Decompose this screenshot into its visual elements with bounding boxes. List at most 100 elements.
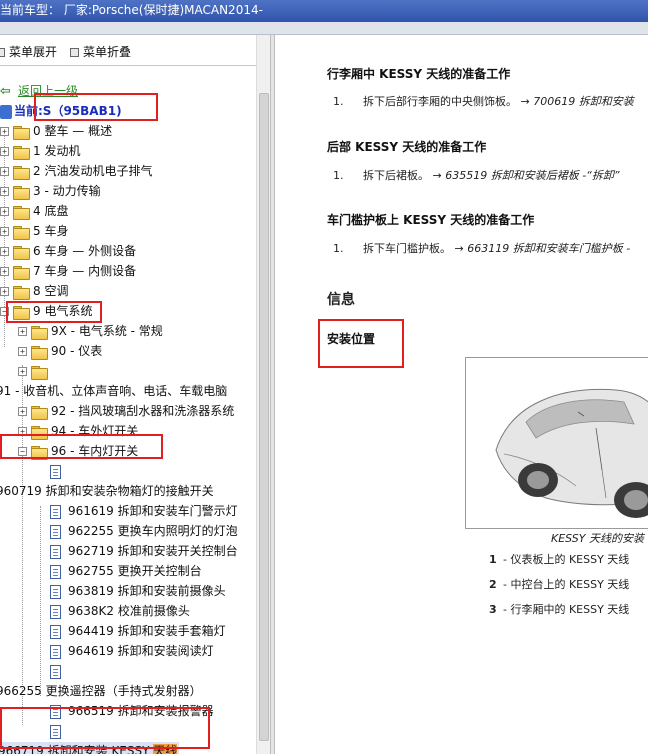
document-icon	[50, 505, 61, 519]
tree-connector	[22, 365, 23, 725]
collapse-toggle-icon[interactable]: −	[0, 307, 9, 316]
tree-item-label: 5 车身	[33, 224, 69, 238]
expand-menu-label: 菜单展开	[9, 45, 58, 59]
tree-item-label: 2 汽油发动机电子排气	[33, 164, 153, 178]
step-reference-link[interactable]: 663119 拆卸和安装车门槛护板 -	[467, 242, 630, 255]
open-folder-icon	[31, 446, 48, 460]
document-icon	[50, 645, 61, 659]
expand-toggle-icon[interactable]: +	[0, 187, 9, 196]
collapse-menu-label: 菜单折叠	[83, 45, 132, 59]
folder-icon	[31, 426, 48, 440]
back-label: 返回上一级	[18, 84, 79, 98]
folder-icon	[13, 246, 30, 260]
expand-toggle-icon[interactable]: +	[0, 207, 9, 216]
tree-item-label: 3 - 动力传输	[33, 184, 101, 198]
expand-toggle-icon[interactable]: +	[0, 127, 9, 136]
step-reference-link[interactable]: 700619 拆卸和安装	[533, 95, 634, 108]
legend-item: 1 - 仪表板上的 KESSY 天线	[489, 551, 629, 567]
expand-toggle-icon[interactable]: +	[0, 247, 9, 256]
tree-item-label: 963819 拆卸和安装前摄像头	[68, 584, 226, 598]
app-window: 当前车型： 厂家:Porsche(保时捷)MACAN2014- 菜单展开 菜单折…	[0, 0, 648, 754]
folder-icon	[13, 206, 30, 220]
step-number: 1.	[333, 242, 344, 255]
back-arrow-icon: ⇦	[0, 84, 11, 99]
legend-text: - 行李厢中的 KESSY 天线	[503, 603, 630, 616]
toolbar-strip	[0, 22, 648, 35]
folder-icon	[13, 186, 30, 200]
section-heading: 后部 KESSY 天线的准备工作	[327, 140, 487, 154]
collapse-icon	[70, 48, 79, 57]
expand-toggle-icon[interactable]: +	[0, 147, 9, 156]
tree-scrollbar[interactable]	[256, 35, 270, 754]
step-number: 1.	[333, 169, 344, 182]
procedure-step: 1. 拆下后部行李厢的中央侧饰板。 → 700619 拆卸和安装	[333, 93, 634, 109]
tree-item-label-prefix: 966719 拆卸和安装 KESSY	[0, 744, 154, 754]
step-reference-link[interactable]: 635519 拆卸和安装后裙板 -“拆卸”	[445, 169, 619, 182]
folder-icon	[13, 126, 30, 140]
expand-toggle-icon[interactable]: +	[18, 407, 27, 416]
tree-item-label: 9X - 电气系统 - 常规	[51, 324, 163, 338]
tree-item-label: 0 整车 — 概述	[33, 124, 113, 138]
expand-icon	[0, 48, 5, 57]
step-number: 1.	[333, 95, 344, 108]
document-icon	[50, 625, 61, 639]
procedure-step: 1. 拆下车门槛护板。 → 663119 拆卸和安装车门槛护板 -	[333, 240, 630, 256]
folder-icon	[13, 226, 30, 240]
legend-number: 3	[489, 603, 497, 616]
car-illustration	[495, 388, 648, 518]
tree-item-label: 966719 拆卸和安装 KESSY 天线	[0, 742, 180, 754]
tree-item-label: 6 车身 — 外侧设备	[33, 244, 137, 258]
document-icon	[50, 665, 61, 679]
back-link[interactable]: ⇦ 返回上一级	[0, 82, 256, 102]
expand-toggle-icon[interactable]: +	[0, 167, 9, 176]
tree-item-label: 964419 拆卸和安装手套箱灯	[68, 624, 226, 638]
document-icon	[50, 605, 61, 619]
tree-item-label: 9638K2 校准前摄像头	[68, 604, 190, 618]
tree-item-label: 966519 拆卸和安装报警器	[68, 704, 214, 718]
document-icon	[50, 545, 61, 559]
step-text: 拆下后部行李厢的中央侧饰板。 →	[363, 95, 534, 108]
tree-item-label: 961619 拆卸和安装车门警示灯	[68, 504, 238, 518]
tree-item-label: 962719 拆卸和安装开关控制台	[68, 544, 238, 558]
document-icon	[50, 705, 61, 719]
folder-icon	[13, 146, 30, 160]
tree-item-label: 9 电气系统	[33, 304, 93, 318]
folder-icon	[31, 346, 48, 360]
tree-item-label: 966255 更换遥控器（手持式发射器）	[0, 684, 202, 698]
tree-item-label: 90 - 仪表	[51, 344, 103, 358]
tree-item-label: 960719 拆卸和安装杂物箱灯的接触开关	[0, 484, 214, 498]
legend-item: 2 - 中控台上的 KESSY 天线	[489, 576, 629, 592]
folder-icon	[13, 266, 30, 280]
content-panel: 行李厢中 KESSY 天线的准备工作 1. 拆下后部行李厢的中央侧饰板。 → 70…	[275, 35, 648, 754]
collapse-toggle-icon[interactable]: −	[18, 447, 27, 456]
expand-toggle-icon[interactable]: +	[0, 287, 9, 296]
legend-number: 2	[489, 578, 497, 591]
expand-toggle-icon[interactable]: +	[18, 327, 27, 336]
car-installation-figure	[465, 357, 648, 529]
section-heading: 行李厢中 KESSY 天线的准备工作	[327, 67, 511, 81]
current-node[interactable]: 当前:S（95BAB1)	[0, 102, 256, 122]
current-label: 当前:S（95BAB1)	[14, 104, 122, 118]
tree-item-label: 92 - 挡风玻璃刮水器和洗涤器系统	[51, 404, 235, 418]
window-title-bar: 当前车型： 厂家:Porsche(保时捷)MACAN2014-	[0, 0, 648, 22]
folder-icon	[31, 366, 48, 380]
legend-text: - 仪表板上的 KESSY 天线	[503, 553, 630, 566]
toolbar-divider	[0, 65, 270, 66]
tree-item-label: 962255 更换车内照明灯的灯泡	[68, 524, 238, 538]
document-icon	[50, 525, 61, 539]
expand-toggle-icon[interactable]: +	[18, 347, 27, 356]
expand-menu-button[interactable]: 菜单展开	[0, 43, 57, 59]
collapse-menu-button[interactable]: 菜单折叠	[70, 43, 131, 59]
scrollbar-thumb[interactable]	[259, 93, 269, 741]
figure-caption: KESSY 天线的安装	[551, 532, 644, 545]
expand-toggle-icon[interactable]: +	[18, 427, 27, 436]
expand-toggle-icon[interactable]: +	[0, 267, 9, 276]
tree-item-label: 7 车身 — 内侧设备	[33, 264, 137, 278]
folder-icon	[13, 166, 30, 180]
expand-toggle-icon[interactable]: +	[18, 367, 27, 376]
legend-number: 1	[489, 553, 497, 566]
expand-toggle-icon[interactable]: +	[0, 227, 9, 236]
step-text: 拆下车门槛护板。 →	[363, 242, 468, 255]
document-icon	[50, 565, 61, 579]
legend-item: 3 - 行李厢中的 KESSY 天线	[489, 601, 629, 617]
